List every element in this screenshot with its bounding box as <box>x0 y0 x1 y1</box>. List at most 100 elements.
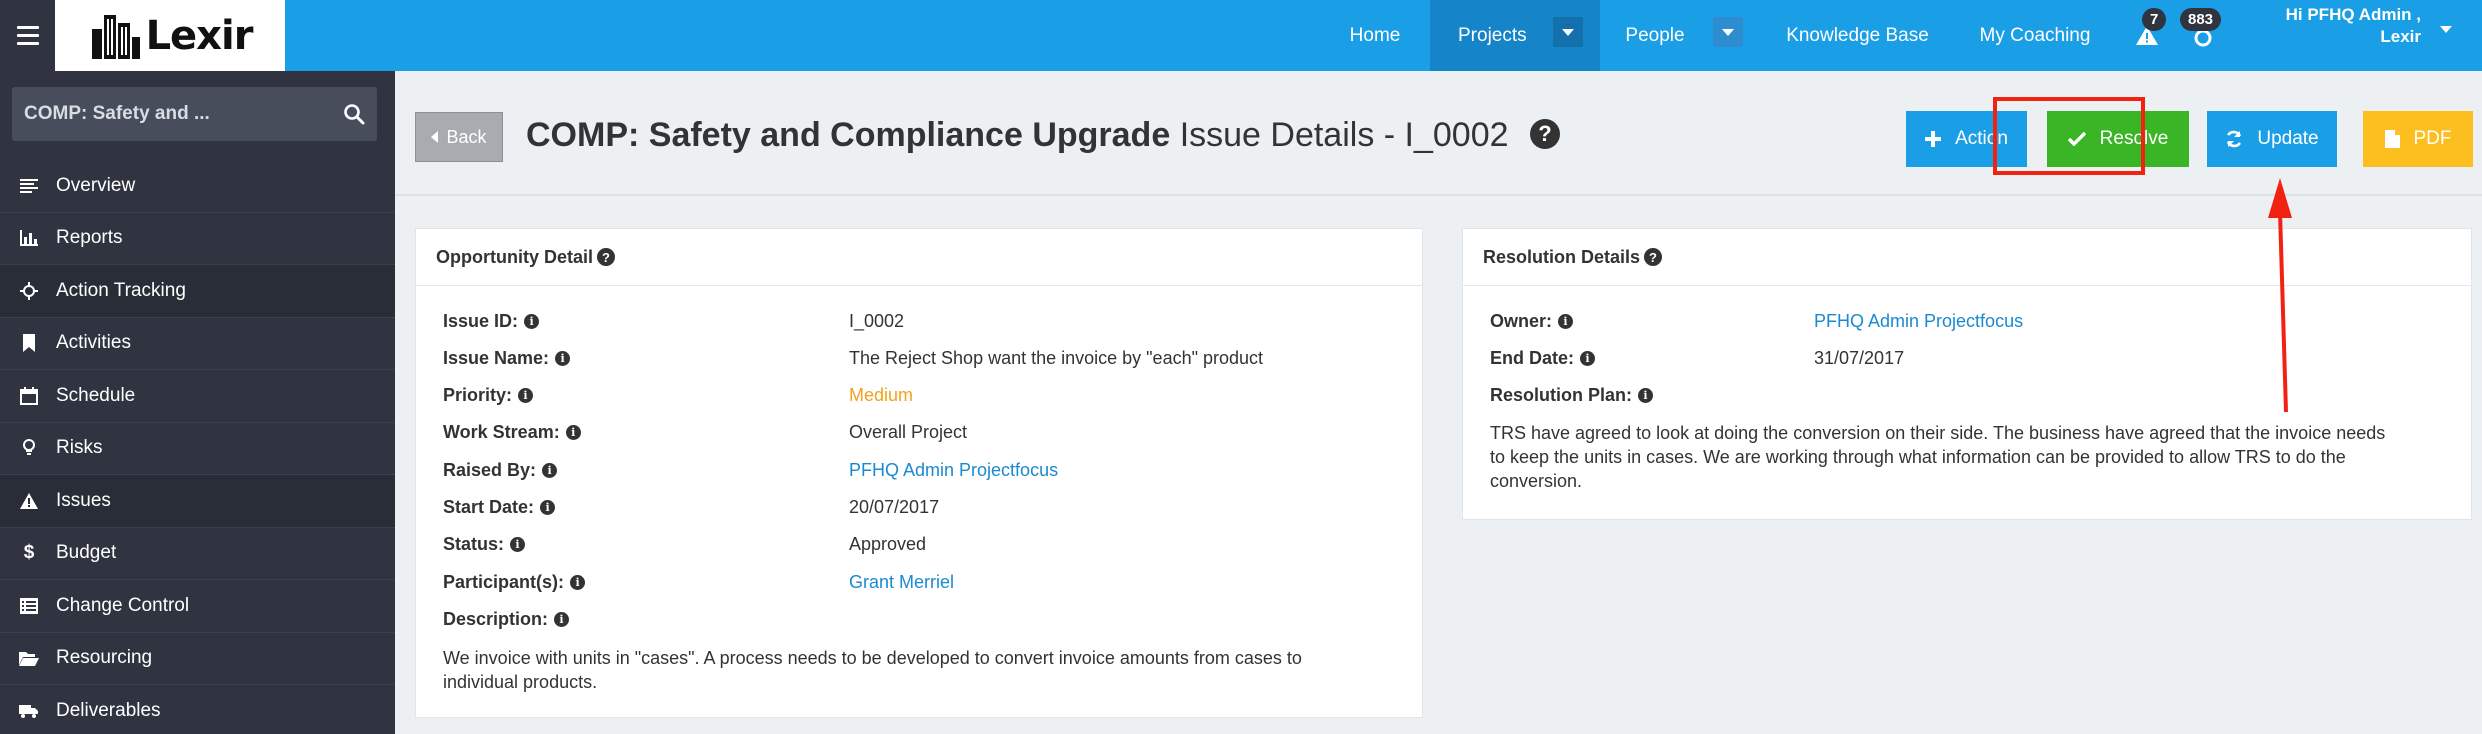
opportunity-detail-panel: Opportunity Detail ? Issue ID: i I_0002 I… <box>415 228 1423 718</box>
bar-chart-icon <box>18 227 40 249</box>
description-text: We invoice with units in "cases". A proc… <box>443 648 1302 692</box>
info-icon[interactable]: i <box>565 424 581 440</box>
field-label: Work Stream: i <box>443 422 581 443</box>
help-icon[interactable]: ? <box>1644 248 1663 266</box>
field-label: Description: i <box>443 609 570 630</box>
crosshairs-icon <box>18 280 40 302</box>
panel-heading: Resolution Details ? <box>1463 229 2471 286</box>
nav-projects-label: Projects <box>1458 24 1527 46</box>
field-label: Owner: i <box>1490 311 1574 332</box>
owner-link[interactable]: PFHQ Admin Projectfocus <box>1814 311 2023 332</box>
work-stream-value: Overall Project <box>849 422 968 442</box>
sidebar-item-reports[interactable]: Reports <box>0 213 395 265</box>
messages-count-badge: 883 <box>2180 8 2222 31</box>
field-label: Issue Name: i <box>443 348 571 369</box>
info-icon[interactable]: i <box>555 350 571 366</box>
user-org: Lexir <box>2380 27 2421 46</box>
plus-icon <box>1925 131 1942 147</box>
hamburger-menu-icon[interactable] <box>0 0 55 71</box>
messages-notification[interactable]: 883 <box>2180 8 2230 58</box>
back-button[interactable]: Back <box>415 112 503 162</box>
list-icon <box>18 175 40 197</box>
info-icon[interactable]: i <box>510 536 526 552</box>
file-icon <box>2384 130 2400 148</box>
panel-title: Opportunity Detail <box>436 246 593 267</box>
user-menu[interactable]: Hi PFHQ Admin , Lexir <box>2286 4 2421 48</box>
sidebar-item-resourcing[interactable]: Resourcing <box>0 633 395 685</box>
folder-open-icon <box>18 647 40 669</box>
sidebar-item-budget[interactable]: $ Budget <box>0 528 395 580</box>
sidebar-item-action-tracking[interactable]: Action Tracking <box>0 265 395 318</box>
resolution-plan-text: TRS have agreed to look at doing the con… <box>1490 423 2386 491</box>
user-dropdown-caret-icon[interactable] <box>2440 26 2452 33</box>
info-icon[interactable]: i <box>1638 387 1654 403</box>
field-label: Resolution Plan: i <box>1490 385 1654 406</box>
project-search <box>12 87 377 141</box>
resolve-button[interactable]: Resolve <box>2047 111 2189 167</box>
nav-knowledge-base[interactable]: Knowledge Base <box>1770 0 1945 71</box>
sidebar-item-risks[interactable]: Risks <box>0 423 395 475</box>
project-name: COMP: Safety and Compliance Upgrade <box>526 116 1171 154</box>
info-icon[interactable]: i <box>542 462 558 478</box>
sidebar-item-label: Risks <box>56 437 103 459</box>
lightbulb-icon <box>18 437 40 459</box>
sidebar-item-activities[interactable]: Activities <box>0 318 395 370</box>
sidebar-item-label: Overview <box>56 174 136 196</box>
raised-by-link[interactable]: PFHQ Admin Projectfocus <box>849 460 1058 481</box>
people-dropdown-caret-icon[interactable] <box>1713 17 1743 47</box>
sidebar-item-label: Budget <box>56 542 117 564</box>
update-button[interactable]: Update <box>2207 111 2337 167</box>
field-label: Priority: i <box>443 385 534 406</box>
action-button[interactable]: Action <box>1906 111 2027 167</box>
sidebar: Overview Reports Action Tracking Activit… <box>0 71 395 734</box>
calendar-icon <box>18 385 40 407</box>
sidebar-item-label: Deliverables <box>56 699 161 721</box>
help-icon[interactable]: ? <box>597 248 615 266</box>
pdf-button-label: PDF <box>2413 128 2452 149</box>
sidebar-item-label: Issues <box>56 489 111 511</box>
participant-link[interactable]: Grant Merriel <box>849 572 954 593</box>
action-button-label: Action <box>1955 128 2008 149</box>
field-label: Issue ID: i <box>443 311 540 332</box>
panel-heading: Opportunity Detail ? <box>416 229 1422 286</box>
sidebar-item-overview[interactable]: Overview <box>0 160 395 213</box>
field-label: Status: i <box>443 534 526 555</box>
logo-text: Lexir <box>145 12 254 59</box>
project-search-input[interactable] <box>24 103 343 125</box>
alerts-notification[interactable]: 7 <box>2132 8 2172 58</box>
app-logo[interactable]: Lexir <box>55 0 285 71</box>
sidebar-item-change-control[interactable]: Change Control <box>0 580 395 633</box>
resolution-details-panel: Resolution Details ? Owner: i PFHQ Admin … <box>1462 228 2472 520</box>
bookmark-icon <box>18 332 40 354</box>
info-icon[interactable]: i <box>524 313 540 329</box>
info-icon[interactable]: i <box>570 574 586 590</box>
sidebar-item-label: Change Control <box>56 594 190 616</box>
sidebar-item-label: Activities <box>56 332 131 354</box>
info-icon[interactable]: i <box>518 387 534 403</box>
dollar-icon: $ <box>23 542 35 564</box>
nav-people[interactable]: People <box>1600 0 1710 71</box>
list-alt-icon <box>18 595 40 617</box>
warning-icon <box>18 490 40 512</box>
issue-name-value: The Reject Shop want the invoice by "eac… <box>849 348 1264 368</box>
info-icon[interactable]: i <box>1558 313 1574 329</box>
info-icon[interactable]: i <box>554 611 570 627</box>
info-icon[interactable]: i <box>540 499 556 515</box>
projects-dropdown-caret-icon[interactable] <box>1553 17 1583 47</box>
resolve-button-label: Resolve <box>2099 128 2169 149</box>
nav-my-coaching[interactable]: My Coaching <box>1960 0 2110 71</box>
nav-home[interactable]: Home <box>1315 0 1435 71</box>
sidebar-item-label: Resourcing <box>56 647 153 669</box>
sidebar-item-schedule[interactable]: Schedule <box>0 370 395 423</box>
sidebar-item-issues[interactable]: Issues <box>0 475 395 528</box>
truck-icon <box>18 700 40 722</box>
page-header: Back COMP: Safety and Compliance Upgrade… <box>395 71 2482 196</box>
help-icon[interactable]: ? <box>1529 119 1560 150</box>
info-icon[interactable]: i <box>1580 350 1596 366</box>
field-label: Start Date: i <box>443 497 556 518</box>
search-icon[interactable] <box>343 103 365 125</box>
sidebar-item-deliverables[interactable]: Deliverables <box>0 685 395 734</box>
pdf-button[interactable]: PDF <box>2363 111 2473 167</box>
panel-title: Resolution Details <box>1483 246 1641 267</box>
priority-value: Medium <box>849 385 914 405</box>
